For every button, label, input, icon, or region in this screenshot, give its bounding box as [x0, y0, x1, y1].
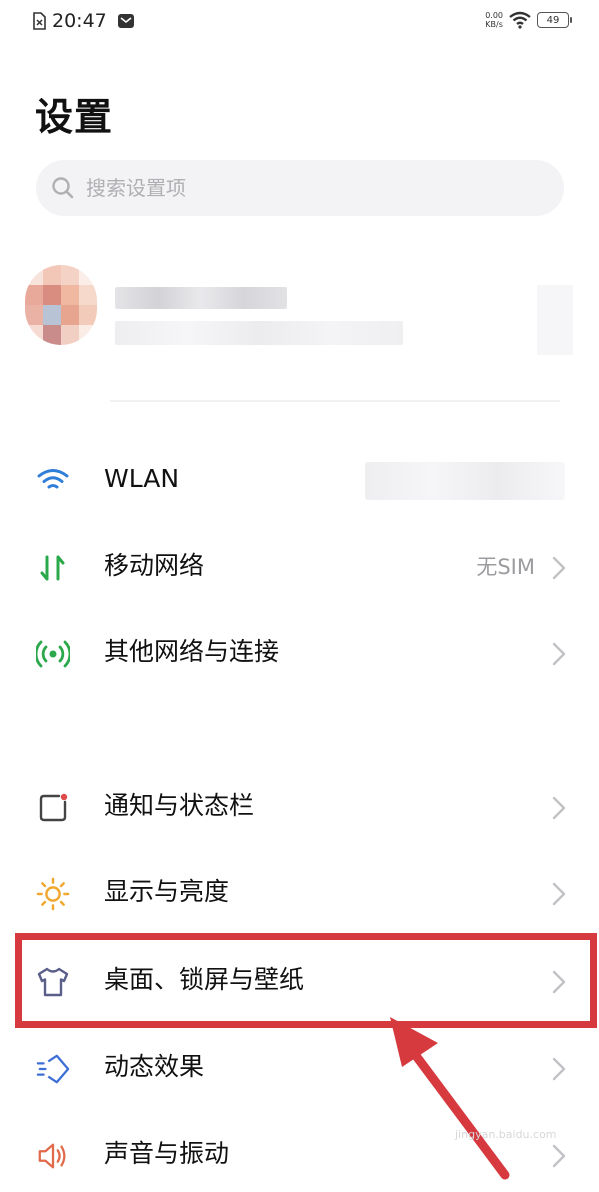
speaker-icon [38, 1143, 66, 1169]
connection-icon [36, 640, 70, 668]
settings-item-label: 通知与状态栏 [104, 791, 255, 820]
settings-item-mobile-network[interactable]: 移动网络 无SIM [0, 527, 599, 607]
page-title: 设置 [35, 95, 114, 139]
search-icon [52, 177, 74, 199]
no-sim-icon [33, 12, 46, 30]
chevron-right-icon [552, 882, 566, 906]
wifi-icon [509, 11, 531, 29]
settings-item-label: 动态效果 [104, 1052, 205, 1081]
animation-icon [36, 1054, 70, 1084]
sun-icon [36, 877, 70, 911]
avatar [25, 265, 97, 345]
battery-level: 49 [546, 14, 560, 26]
annotation-arrow [390, 1017, 510, 1180]
divider [110, 400, 560, 402]
profile-detail-redacted [115, 321, 403, 345]
message-icon [117, 14, 134, 28]
network-speed-value: 0.00 [485, 11, 503, 20]
wlan-network-name-redacted [365, 462, 565, 500]
profile-name-redacted [115, 287, 287, 309]
settings-item-label: 移动网络 [104, 551, 205, 580]
search-bar[interactable] [36, 160, 564, 216]
search-input[interactable] [86, 176, 506, 200]
watermark: jingyan.baidu.com [455, 1128, 557, 1141]
chevron-right-icon [552, 556, 566, 580]
status-bar-left: 20:47 [32, 10, 135, 32]
wifi-icon [37, 469, 69, 489]
network-speed: 0.00 KB/s [485, 11, 503, 29]
settings-item-notifications[interactable]: 通知与状态栏 [0, 767, 599, 847]
battery-icon: 49 [537, 12, 572, 28]
chevron-right-icon [552, 1144, 566, 1168]
chevron-right-icon [552, 1057, 566, 1081]
status-bar: 20:47 0.00 KB/s 49 [0, 0, 599, 46]
notification-icon [39, 793, 68, 822]
mobile-data-icon [40, 555, 65, 581]
status-time: 20:47 [52, 10, 107, 32]
status-bar-right: 0.00 KB/s 49 [485, 11, 572, 29]
chevron-right-icon [552, 796, 566, 820]
network-speed-unit: KB/s [485, 20, 503, 29]
settings-item-display[interactable]: 显示与亮度 [0, 853, 599, 933]
settings-item-other-networks[interactable]: 其他网络与连接 [0, 613, 599, 693]
account-profile[interactable] [25, 255, 580, 365]
settings-item-label: 声音与振动 [104, 1139, 230, 1168]
chevron-right-icon [552, 642, 566, 666]
profile-chevron-redacted [537, 285, 573, 355]
settings-item-label: WLAN [104, 464, 180, 493]
settings-item-label: 其他网络与连接 [104, 637, 280, 666]
settings-item-value: 无SIM [476, 555, 535, 579]
settings-item-label: 显示与亮度 [104, 877, 230, 906]
